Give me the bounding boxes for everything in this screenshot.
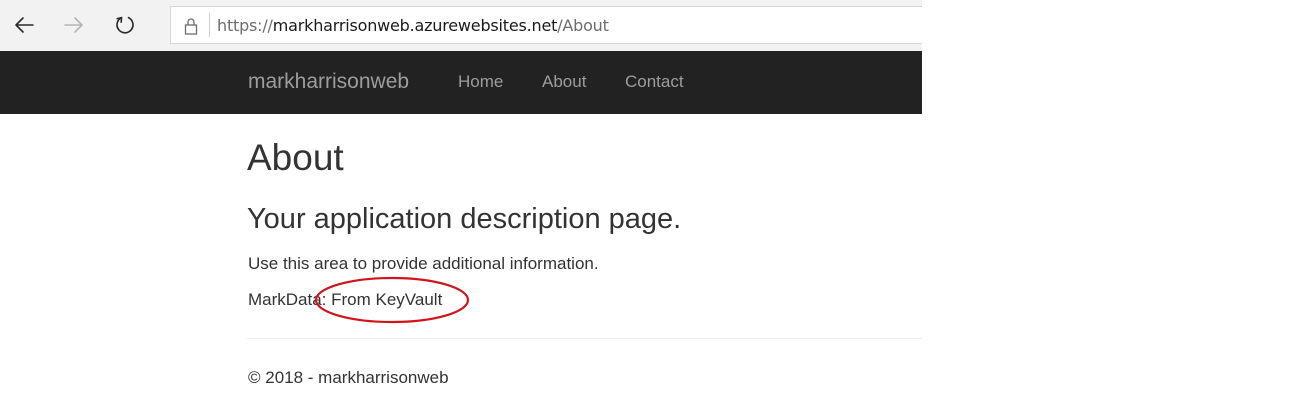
lock-icon [184,18,198,35]
red-circle-annotation [314,276,470,324]
site-navbar: markharrisonweb Home About Contact [0,51,922,114]
description-text: Use this area to provide additional info… [248,254,599,273]
navbar-brand[interactable]: markharrisonweb [248,70,409,94]
nav-link-home[interactable]: Home [458,72,503,92]
refresh-icon [116,16,134,34]
browser-viewport: https://markharrisonweb.azurewebsites.ne… [0,0,922,404]
refresh-button[interactable] [110,10,140,40]
arrow-right-icon [64,17,83,33]
address-bar[interactable]: https://markharrisonweb.azurewebsites.ne… [170,6,922,44]
forward-button[interactable] [59,10,89,40]
page-title: About [247,137,344,178]
browser-toolbar: https://markharrisonweb.azurewebsites.ne… [0,0,922,51]
nav-link-contact[interactable]: Contact [625,72,684,92]
url-path: /About [557,16,609,35]
arrow-left-icon [15,17,34,33]
url-text[interactable]: https://markharrisonweb.azurewebsites.ne… [217,16,609,35]
nav-link-about[interactable]: About [542,72,586,92]
address-divider [209,13,210,37]
back-button[interactable] [9,10,39,40]
url-scheme: https:// [217,16,273,35]
url-host: markharrisonweb.azurewebsites.net [272,16,558,35]
footer-divider [247,338,922,339]
footer-copyright: © 2018 - markharrisonweb [248,368,449,387]
page-subtitle: Your application description page. [247,203,682,235]
